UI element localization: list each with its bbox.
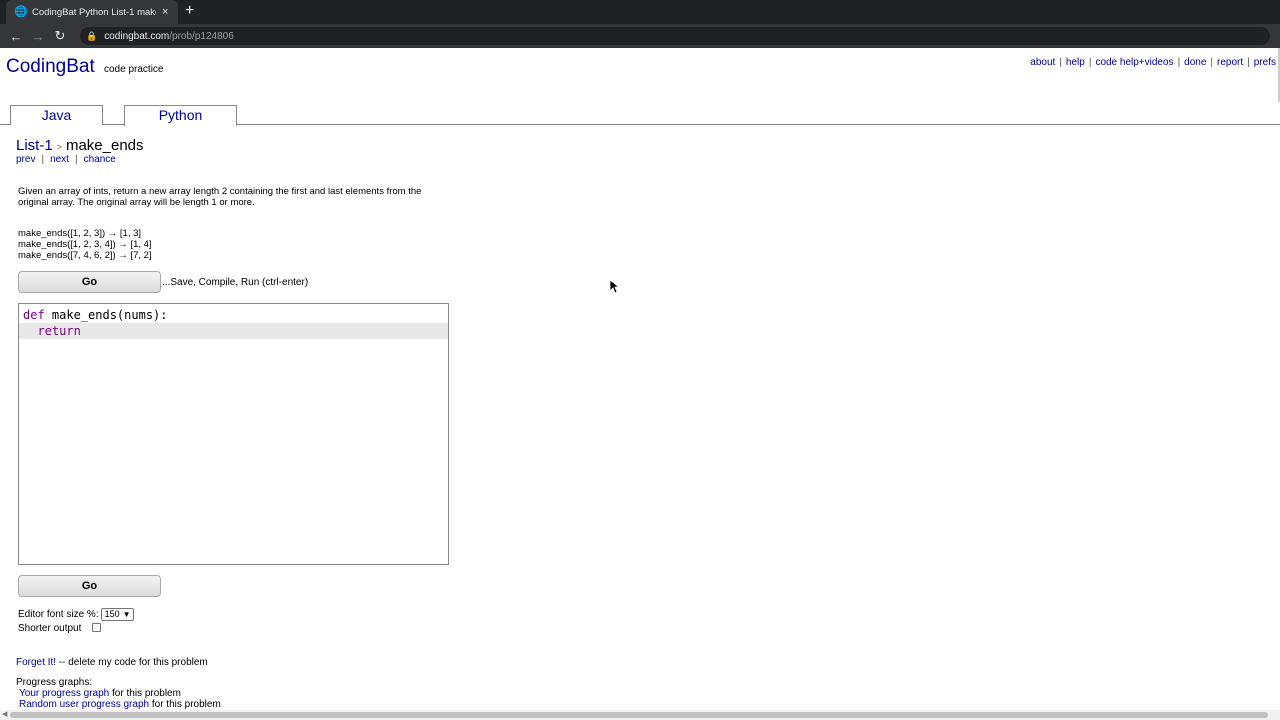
new-tab-button[interactable]: + <box>185 2 194 20</box>
shorter-output-row: Shorter output <box>18 622 102 634</box>
site-logo[interactable]: CodingBat <box>6 56 95 78</box>
font-size-row: Editor font size %: 150 ▼ <box>18 608 134 621</box>
language-tabs: Java Python <box>0 105 1280 126</box>
mouse-cursor-icon <box>610 280 620 294</box>
prefs-link[interactable]: prefs <box>1254 57 1276 68</box>
code-text: make_ends(nums): <box>44 308 168 322</box>
go-button[interactable]: Go <box>18 271 161 293</box>
progress-graphs-title: Progress graphs: <box>16 677 93 688</box>
globe-icon: 🌐 <box>14 6 28 18</box>
breadcrumb-section-link[interactable]: List-1 <box>16 137 53 154</box>
separator: | <box>1088 57 1092 68</box>
random-progress-text: for this problem <box>149 699 221 710</box>
report-link[interactable]: report <box>1217 57 1243 68</box>
separator: | <box>41 154 45 165</box>
go-button-bottom[interactable]: Go <box>18 575 161 597</box>
font-size-label: Editor font size %: <box>18 609 99 620</box>
example-line: make_ends([1, 2, 3]) → [1, 3] <box>18 228 142 239</box>
code-keyword: def <box>23 308 45 322</box>
page-content: CodingBat code practice about | help | code … <box>0 48 1280 710</box>
forget-row: Forget It! -- delete my code for this pr… <box>16 657 208 668</box>
separator: | <box>1210 57 1214 68</box>
examples: make_ends([1, 2, 3]) → [1, 3] make_ends(… <box>18 228 152 261</box>
example-line: make_ends([7, 4, 6, 2]) → [7, 2] <box>18 250 152 261</box>
font-size-value: 150 <box>104 609 120 619</box>
code-line-active: return <box>19 323 448 339</box>
forget-it-link[interactable]: Forget It! <box>16 657 56 668</box>
logo-subtitle: code practice <box>104 64 164 75</box>
reload-icon[interactable]: ↻ <box>49 28 71 44</box>
help-link[interactable]: help <box>1066 57 1085 68</box>
tab-title: CodingBat Python List-1 make_ends <box>32 6 156 18</box>
font-size-select[interactable]: 150 ▼ <box>100 608 134 621</box>
problem-title: make_ends <box>65 137 144 154</box>
tab-java[interactable]: Java <box>10 105 103 125</box>
code-keyword: return <box>37 324 81 338</box>
done-link[interactable]: done <box>1184 57 1206 68</box>
shorter-output-checkbox[interactable] <box>92 622 102 632</box>
separator: | <box>1177 57 1181 68</box>
top-links: about | help | code help+videos | done | report |… <box>1030 57 1276 68</box>
scroll-left-icon[interactable]: ◀ <box>2 710 7 718</box>
chance-link[interactable]: chance <box>84 154 116 165</box>
back-icon[interactable]: ← <box>5 29 27 44</box>
close-icon[interactable]: × <box>162 6 168 18</box>
address-bar: ← → ↻ 🔒 codingbat.com/prob/p124806 <box>0 24 1280 48</box>
your-progress-text: for this problem <box>109 688 181 699</box>
problem-nav: prev | next | chance <box>16 154 116 165</box>
next-link[interactable]: next <box>50 154 69 165</box>
prev-link[interactable]: prev <box>16 154 35 165</box>
chevron-down-icon: ▼ <box>122 610 131 619</box>
separator: | <box>1247 57 1250 68</box>
shorter-output-label: Shorter output <box>18 623 82 634</box>
browser-tab[interactable]: 🌐 CodingBat Python List-1 make_ends × <box>6 0 178 24</box>
go-hint: ...Save, Compile, Run (ctrl-enter) <box>162 277 309 288</box>
code-line: def make_ends(nums): <box>19 307 448 323</box>
your-progress-row: Your progress graph for this problem <box>19 688 181 699</box>
example-line: make_ends([1, 2, 3, 4]) → [1, 4] <box>18 239 152 250</box>
url-host: codingbat.com <box>104 30 170 42</box>
random-progress-graph-link[interactable]: Random user progress graph <box>19 699 149 710</box>
code-help-videos-link[interactable]: code help+videos <box>1095 57 1173 68</box>
forget-text: -- delete my code for this problem <box>56 657 208 668</box>
browser-tab-bar: 🌐 CodingBat Python List-1 make_ends × + <box>0 0 1280 24</box>
your-progress-graph-link[interactable]: Your progress graph <box>19 688 109 699</box>
breadcrumb-arrow: > <box>56 142 62 152</box>
url-field[interactable]: 🔒 codingbat.com/prob/p124806 <box>80 27 1270 45</box>
tab-python[interactable]: Python <box>124 105 237 126</box>
horizontal-scrollbar[interactable]: ◀ <box>0 710 1280 720</box>
code-editor[interactable]: def make_ends(nums): return <box>18 303 449 565</box>
breadcrumb: List-1 > make_ends <box>16 137 144 154</box>
lock-icon: 🔒 <box>86 30 98 41</box>
url-path: /prob/p124806 <box>169 30 234 42</box>
separator: | <box>1059 57 1062 68</box>
problem-description: Given an array of ints, return a new arr… <box>18 186 422 208</box>
separator: | <box>74 154 78 165</box>
random-progress-row: Random user progress graph for this prob… <box>19 699 221 710</box>
forward-icon[interactable]: → <box>27 29 49 44</box>
scrollbar-thumb[interactable] <box>10 712 1268 718</box>
about-link[interactable]: about <box>1030 57 1055 68</box>
